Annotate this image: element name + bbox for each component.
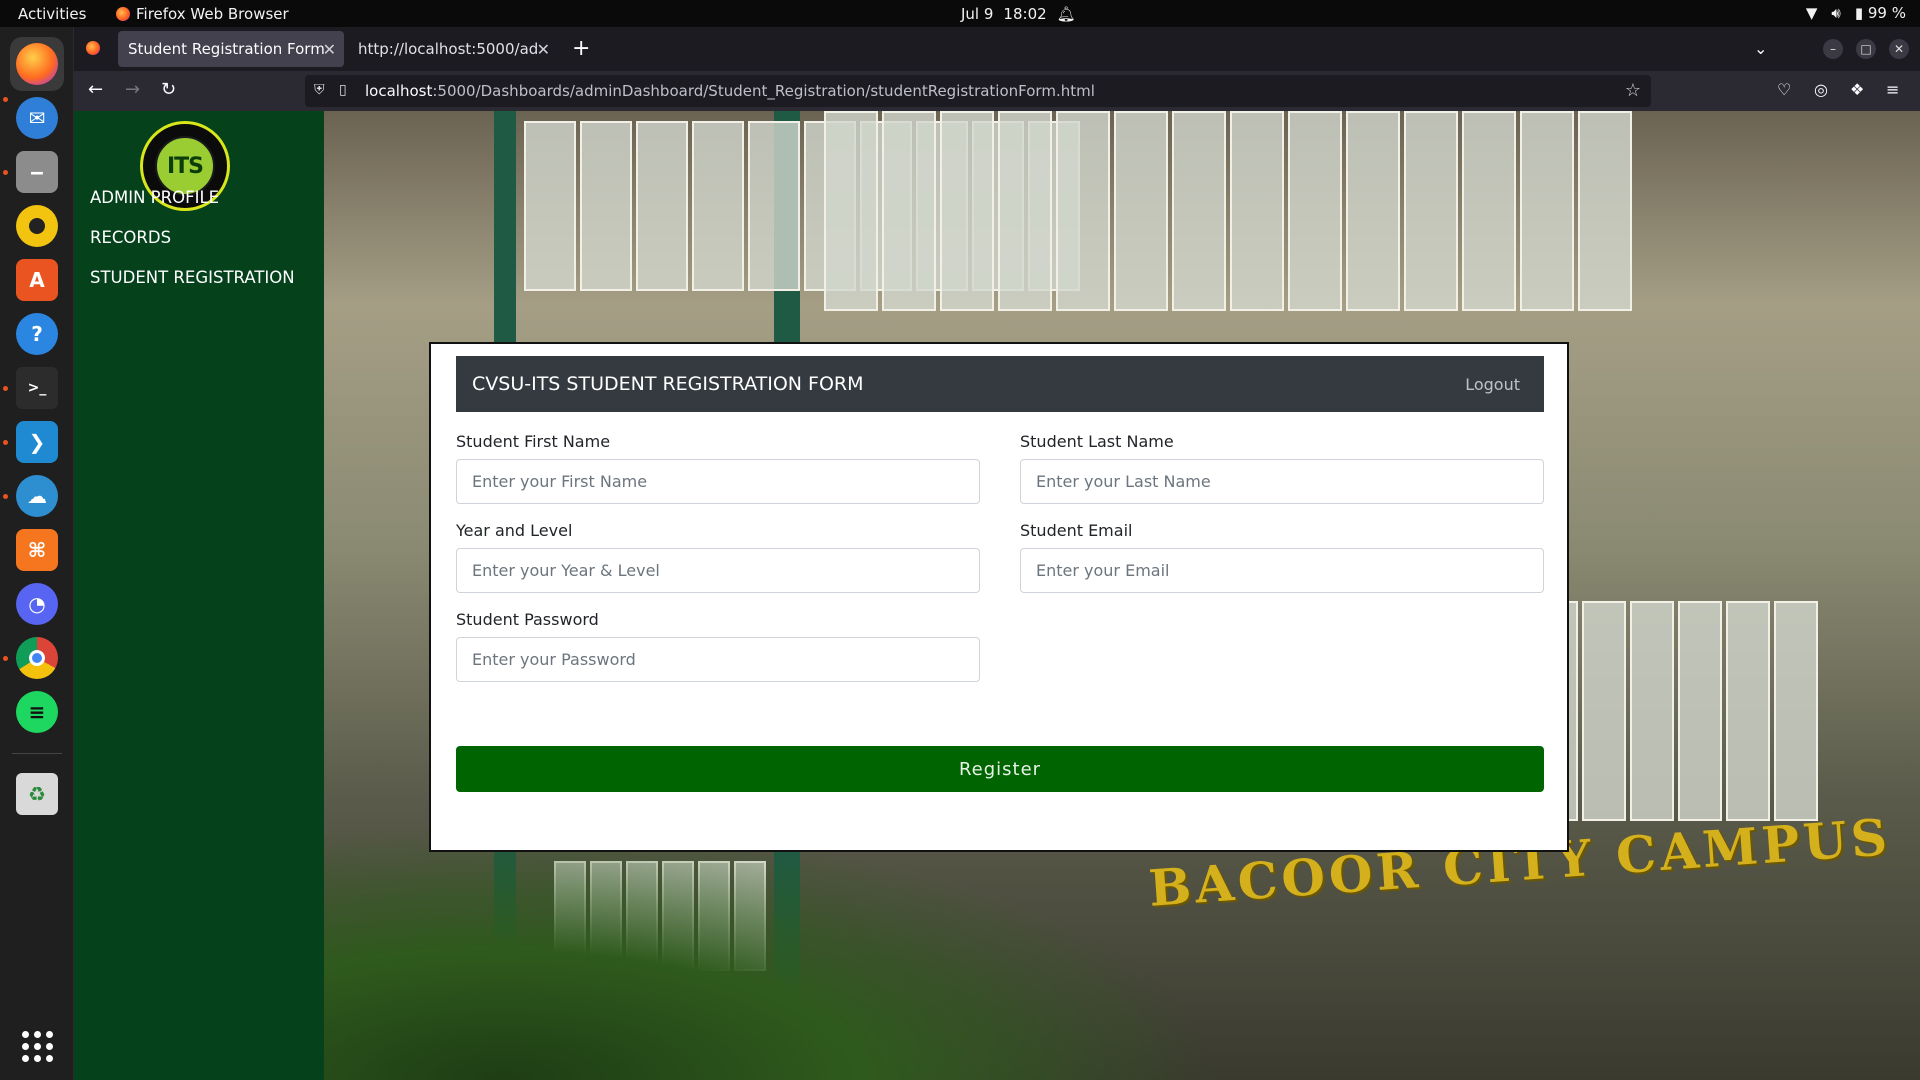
tab-student-registration[interactable]: Student Registration Form ✕ <box>118 31 344 67</box>
dock-terminal[interactable]: >_ <box>10 361 64 415</box>
app-menu[interactable]: Firefox Web Browser <box>116 5 289 23</box>
volume-icon: 🔊︎ <box>1831 4 1841 22</box>
form-title: CVSU-ITS STUDENT REGISTRATION FORM <box>472 373 864 395</box>
dock-vscode[interactable]: ❯ <box>10 415 64 469</box>
vscode-icon: ❯ <box>16 421 58 463</box>
first-name-group: Student First Name <box>456 432 980 504</box>
bell-icon: 🔔︎ <box>1056 5 1076 23</box>
tab-localhost-admin[interactable]: http://localhost:5000/admin ✕ <box>348 31 558 67</box>
system-top-bar: Activities Firefox Web Browser Jul 9 18:… <box>0 0 1920 27</box>
dock-files[interactable]: ‒ <box>10 145 64 199</box>
discord-icon: ◔ <box>16 583 58 625</box>
browser-nav-bar: ← → ↻ ⛨ ▯ localhost:5000/Dashboards/admi… <box>74 71 1920 111</box>
minimize-button[interactable]: – <box>1823 39 1843 59</box>
dock-rhythmbox[interactable] <box>10 199 64 253</box>
account-icon[interactable]: ◎ <box>1814 80 1828 99</box>
terminal-icon: >_ <box>16 367 58 409</box>
activities-button[interactable]: Activities <box>18 5 86 23</box>
bookmark-star-icon[interactable]: ☆ <box>1625 80 1641 101</box>
wifi-icon: ▼ <box>1805 4 1818 22</box>
browser-tab-bar: Student Registration Form ✕ http://local… <box>74 27 1920 71</box>
register-button[interactable]: Register <box>456 746 1544 792</box>
logout-link[interactable]: Logout <box>1465 375 1520 394</box>
xampp-icon: ⌘ <box>16 529 58 571</box>
email-input[interactable] <box>1020 548 1544 593</box>
first-name-input[interactable] <box>456 459 980 504</box>
firefox-icon <box>16 43 58 85</box>
thunderbird-icon: ✉ <box>16 97 58 139</box>
close-tab-icon[interactable]: ✕ <box>537 40 550 59</box>
spotify-icon: ≡ <box>16 691 58 733</box>
url-text[interactable]: localhost:5000/Dashboards/adminDashboard… <box>365 82 1095 100</box>
sidebar-item-admin-profile[interactable]: ADMIN PROFILE <box>90 188 219 207</box>
email-label: Student Email <box>1020 521 1133 540</box>
year-level-input[interactable] <box>456 548 980 593</box>
sidebar-item-records[interactable]: RECORDS <box>90 228 171 247</box>
email-group: Student Email <box>1020 521 1544 593</box>
firefox-view-icon[interactable] <box>86 41 100 55</box>
dock-help[interactable]: ? <box>10 307 64 361</box>
dock-trash[interactable]: ♻ <box>10 767 64 821</box>
reload-icon[interactable]: ↻ <box>161 79 176 100</box>
firefox-icon <box>116 7 130 21</box>
password-group: Student Password <box>456 610 980 682</box>
dock-spotify[interactable]: ≡ <box>10 685 64 739</box>
rhythmbox-icon <box>16 205 58 247</box>
close-tab-icon[interactable]: ✕ <box>323 40 336 59</box>
new-tab-button[interactable]: + <box>572 36 590 61</box>
shield-icon[interactable]: ⛨ <box>314 82 325 98</box>
app-center-icon: A <box>16 259 58 301</box>
dock-discord[interactable]: ◔ <box>10 577 64 631</box>
chrome-icon <box>16 637 58 679</box>
dock-show-apps[interactable] <box>10 1019 64 1073</box>
web-page: BACOOR CITY CAMPUS ITS ADMIN PROFILE REC… <box>74 111 1920 1080</box>
dock-firefox[interactable] <box>10 37 64 91</box>
battery-status: ▮ 99 % <box>1854 4 1906 22</box>
tab-label: Student Registration Form <box>128 40 325 58</box>
back-arrow-icon[interactable]: ← <box>88 79 103 100</box>
app-name: Firefox Web Browser <box>136 5 289 23</box>
dock-mysql-workbench[interactable]: ☁ <box>10 469 64 523</box>
trash-icon: ♻ <box>16 773 58 815</box>
maximize-button[interactable]: □ <box>1856 39 1876 59</box>
files-icon: ‒ <box>16 151 58 193</box>
time: 18:02 <box>1003 5 1047 23</box>
close-window-button[interactable]: ✕ <box>1889 39 1909 59</box>
first-name-label: Student First Name <box>456 432 611 451</box>
year-level-label: Year and Level <box>456 521 573 540</box>
list-all-tabs-icon[interactable]: ⌄ <box>1754 39 1767 58</box>
tab-label: http://localhost:5000/admin <box>358 40 538 58</box>
extensions-icon[interactable]: ❖ <box>1850 80 1864 99</box>
clock[interactable]: Jul 9 18:02 🔔︎ <box>961 5 1076 23</box>
date: Jul 9 <box>961 5 994 23</box>
dock: ✉ ‒ A ? >_ ❯ ☁ ⌘ ◔ ≡ ♻ <box>0 27 74 1080</box>
last-name-group: Student Last Name <box>1020 432 1544 504</box>
show-apps-icon <box>21 1030 53 1062</box>
registration-form-card: CVSU-ITS STUDENT REGISTRATION FORM Logou… <box>429 342 1569 852</box>
dock-chrome[interactable] <box>10 631 64 685</box>
help-icon: ? <box>16 313 58 355</box>
sidebar: ITS ADMIN PROFILE RECORDS STUDENT REGIST… <box>74 111 324 1080</box>
address-bar[interactable]: ⛨ ▯ localhost:5000/Dashboards/adminDashb… <box>305 75 1651 107</box>
password-label: Student Password <box>456 610 599 629</box>
dock-xampp[interactable]: ⌘ <box>10 523 64 577</box>
dock-app-center[interactable]: A <box>10 253 64 307</box>
dock-thunderbird[interactable]: ✉ <box>10 91 64 145</box>
form-header: CVSU-ITS STUDENT REGISTRATION FORM Logou… <box>456 356 1544 412</box>
system-tray[interactable]: ▼ 🔊︎ ▮ 99 % <box>1806 4 1906 22</box>
last-name-label: Student Last Name <box>1020 432 1174 451</box>
mysql-workbench-icon: ☁ <box>16 475 58 517</box>
password-input[interactable] <box>456 637 980 682</box>
pocket-icon[interactable]: ♡ <box>1777 80 1791 99</box>
sidebar-item-student-registration[interactable]: STUDENT REGISTRATION <box>90 268 295 287</box>
menu-icon[interactable]: ≡ <box>1886 80 1899 99</box>
last-name-input[interactable] <box>1020 459 1544 504</box>
year-level-group: Year and Level <box>456 521 980 593</box>
forward-arrow-icon[interactable]: → <box>125 79 140 100</box>
